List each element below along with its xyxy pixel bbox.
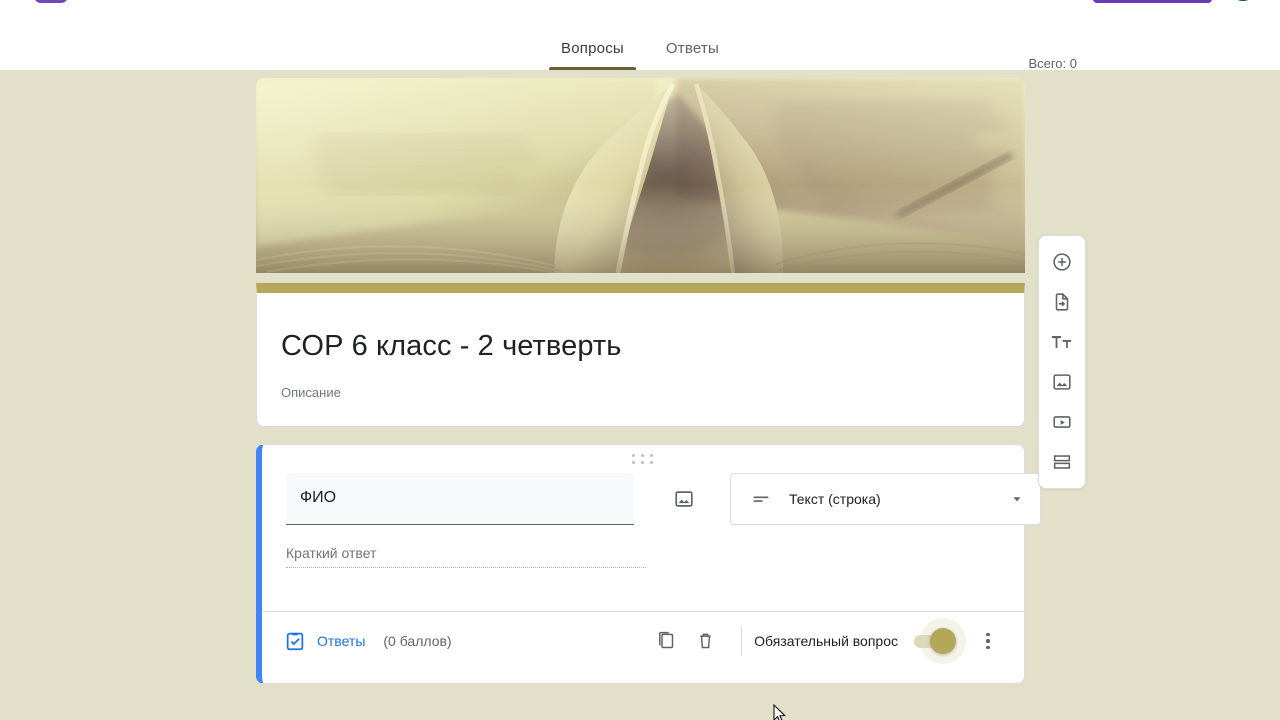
answer-key-icon bbox=[284, 630, 306, 652]
drag-handle-icon[interactable] bbox=[632, 453, 654, 464]
import-questions-button[interactable] bbox=[1039, 282, 1085, 322]
short-answer-icon bbox=[749, 487, 773, 511]
form-header-image[interactable] bbox=[256, 78, 1025, 273]
question-top-row: Текст (строка) bbox=[286, 472, 1041, 525]
app-bar: СОР 6 класс - 2 четверть Отправить bbox=[0, 0, 1280, 18]
short-answer-placeholder: Краткий ответ bbox=[286, 545, 646, 568]
tabs-bar: Вопросы Ответы Всего: 0 bbox=[0, 18, 1280, 71]
question-type-value: Текст (строка) bbox=[789, 490, 881, 507]
question-title-wrap bbox=[286, 472, 634, 525]
required-label: Обязательный вопрос bbox=[754, 632, 898, 649]
toggle-knob bbox=[930, 627, 956, 654]
required-toggle[interactable] bbox=[912, 617, 966, 664]
points-label: (0 баллов) bbox=[383, 632, 452, 649]
question-card[interactable]: Текст (строка) Краткий ответ bbox=[256, 443, 1041, 684]
add-question-button[interactable] bbox=[1039, 242, 1085, 282]
question-type-select[interactable]: Текст (строка) bbox=[730, 472, 1041, 525]
question-footer: Ответы (0 баллов) Обязательный вопрос bbox=[280, 612, 1006, 670]
answer-key-label: Ответы bbox=[317, 632, 366, 649]
form-column: СОР 6 класс - 2 четверть Описание ФИО Те… bbox=[256, 78, 1041, 684]
add-image-button[interactable] bbox=[1039, 362, 1085, 402]
form-title[interactable]: СОР 6 класс - 2 четверть bbox=[281, 315, 1000, 364]
delete-icon[interactable] bbox=[685, 621, 725, 661]
form-header-card[interactable]: СОР 6 класс - 2 четверть Описание bbox=[256, 283, 1025, 427]
question-more-options-icon[interactable] bbox=[970, 623, 1006, 659]
question-title-input[interactable] bbox=[286, 472, 634, 525]
form-canvas: СОР 6 класс - 2 четверть Описание ФИО Те… bbox=[0, 70, 1280, 720]
tab-questions[interactable]: Вопросы bbox=[547, 18, 638, 70]
google-forms-editor: СОР 6 класс - 2 четверть Отправить Вопро… bbox=[0, 0, 1280, 720]
send-button[interactable]: Отправить bbox=[1092, 0, 1212, 3]
avatar[interactable] bbox=[1228, 0, 1258, 1]
add-title-button[interactable] bbox=[1039, 322, 1085, 362]
add-section-button[interactable] bbox=[1039, 442, 1085, 482]
answer-key-button[interactable]: Ответы bbox=[280, 630, 369, 652]
tabs: Вопросы Ответы bbox=[547, 18, 733, 70]
tab-responses[interactable]: Ответы bbox=[652, 18, 733, 70]
duplicate-icon[interactable] bbox=[645, 621, 685, 661]
chevron-down-icon bbox=[1007, 489, 1027, 509]
add-video-button[interactable] bbox=[1039, 402, 1085, 442]
responses-total-label: Всего: 0 bbox=[1028, 56, 1077, 71]
add-item-toolbar bbox=[1038, 235, 1086, 489]
google-forms-logo-icon[interactable] bbox=[34, 0, 68, 3]
add-image-icon[interactable] bbox=[664, 479, 704, 519]
footer-separator bbox=[741, 625, 743, 656]
form-description[interactable]: Описание bbox=[281, 385, 1000, 400]
